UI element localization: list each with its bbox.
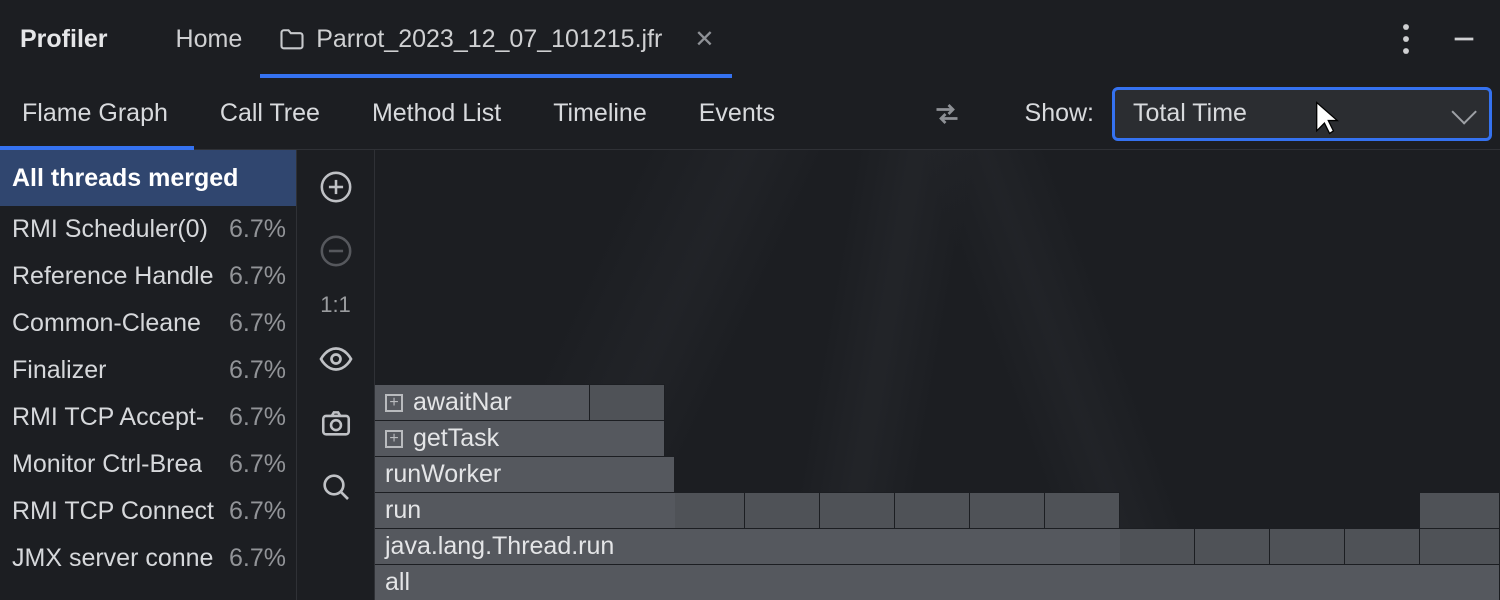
flame-frame[interactable] bbox=[820, 492, 895, 528]
zoom-ratio-label[interactable]: 1:1 bbox=[320, 292, 351, 318]
subtab-timeline[interactable]: Timeline bbox=[553, 78, 673, 149]
dropdown-value: Total Time bbox=[1133, 99, 1247, 128]
thread-list: All threads mergedRMI Scheduler(0)6.7%Re… bbox=[0, 150, 297, 600]
thread-row[interactable]: Finalizer 6.7% bbox=[0, 347, 296, 394]
flame-frame[interactable] bbox=[1195, 528, 1270, 564]
flame-frame[interactable]: + getTask bbox=[375, 420, 665, 456]
thread-percent: 6.7% bbox=[229, 262, 286, 291]
camera-icon[interactable] bbox=[313, 400, 359, 446]
frame-label: getTask bbox=[413, 424, 499, 453]
thread-name: Common-Cleane bbox=[12, 309, 201, 338]
flame-frame[interactable] bbox=[1420, 528, 1500, 564]
flame-frame[interactable] bbox=[970, 492, 1045, 528]
main-area: All threads mergedRMI Scheduler(0)6.7%Re… bbox=[0, 150, 1500, 600]
thread-percent: 6.7% bbox=[229, 356, 286, 385]
frame-label: awaitNar bbox=[413, 388, 512, 417]
view-tabs: Flame Graph Call Tree Method List Timeli… bbox=[22, 78, 827, 149]
frame-label: java.lang.Thread.run bbox=[385, 532, 614, 561]
thread-percent: 6.7% bbox=[229, 544, 286, 573]
thread-name: All threads merged bbox=[12, 164, 238, 193]
tab-label: Home bbox=[176, 25, 243, 54]
thread-row[interactable]: RMI TCP Accept- 6.7% bbox=[0, 394, 296, 441]
flame-frame[interactable] bbox=[1270, 528, 1345, 564]
chevron-down-icon bbox=[1451, 99, 1476, 124]
frame-label: run bbox=[385, 496, 421, 525]
flame-frame[interactable] bbox=[1120, 528, 1195, 564]
subtab-call-tree[interactable]: Call Tree bbox=[220, 78, 346, 149]
thread-row[interactable]: RMI TCP Connect 6.7% bbox=[0, 488, 296, 535]
thread-name: JMX server conne bbox=[12, 544, 213, 573]
expand-icon[interactable]: + bbox=[385, 394, 403, 412]
frame-label: all bbox=[385, 568, 410, 597]
flame-frame[interactable] bbox=[1045, 492, 1120, 528]
close-icon[interactable]: ✕ bbox=[694, 25, 714, 54]
subtab-events[interactable]: Events bbox=[699, 78, 801, 149]
expand-icon[interactable]: + bbox=[385, 430, 403, 448]
tab-home[interactable]: Home bbox=[158, 0, 261, 78]
flame-frame[interactable] bbox=[1345, 528, 1420, 564]
subtab-method-list[interactable]: Method List bbox=[372, 78, 527, 149]
show-label: Show: bbox=[1025, 99, 1094, 128]
thread-row[interactable]: All threads merged bbox=[0, 150, 296, 206]
tab-label: Parrot_2023_12_07_101215.jfr bbox=[316, 25, 662, 54]
cursor-icon bbox=[1313, 100, 1341, 136]
thread-name: Monitor Ctrl-Brea bbox=[12, 450, 202, 479]
thread-name: RMI Scheduler(0) bbox=[12, 215, 208, 244]
thread-name: Finalizer bbox=[12, 356, 106, 385]
thread-percent: 6.7% bbox=[229, 215, 286, 244]
thread-percent: 6.7% bbox=[229, 497, 286, 526]
thread-row[interactable]: JMX server conne 6.7% bbox=[0, 535, 296, 582]
thread-percent: 6.7% bbox=[229, 403, 286, 432]
thread-name: RMI TCP Accept- bbox=[12, 403, 204, 432]
flame-frame[interactable] bbox=[895, 492, 970, 528]
thread-row[interactable]: Common-Cleane 6.7% bbox=[0, 300, 296, 347]
flame-frame[interactable] bbox=[745, 492, 820, 528]
flame-frame[interactable]: runWorker bbox=[375, 456, 675, 492]
flame-frame[interactable]: all bbox=[375, 564, 1500, 600]
file-tabs: Home Parrot_2023_12_07_101215.jfr ✕ bbox=[158, 0, 733, 78]
eye-icon[interactable] bbox=[313, 336, 359, 382]
minimize-icon[interactable] bbox=[1450, 25, 1478, 53]
thread-name: RMI TCP Connect bbox=[12, 497, 214, 526]
more-icon[interactable] bbox=[1402, 23, 1410, 55]
flame-frame[interactable]: + awaitNar bbox=[375, 384, 590, 420]
thread-percent: 6.7% bbox=[229, 309, 286, 338]
thread-row[interactable]: Reference Handle 6.7% bbox=[0, 253, 296, 300]
show-dropdown[interactable]: Total Time bbox=[1112, 87, 1492, 141]
canvas-toolbar: 1:1 bbox=[297, 150, 375, 600]
flame-frame[interactable] bbox=[675, 492, 745, 528]
flame-frame[interactable] bbox=[1420, 492, 1500, 528]
thread-row[interactable]: RMI Scheduler(0) 6.7% bbox=[0, 206, 296, 253]
thread-row[interactable]: Monitor Ctrl-Brea 6.7% bbox=[0, 441, 296, 488]
frame-label: runWorker bbox=[385, 460, 501, 489]
search-icon[interactable] bbox=[313, 464, 359, 510]
view-toolbar: Flame Graph Call Tree Method List Timeli… bbox=[0, 78, 1500, 150]
flame-frame[interactable] bbox=[590, 384, 665, 420]
zoom-out-icon[interactable] bbox=[313, 228, 359, 274]
header-bar: Profiler Home Parrot_2023_12_07_101215.j… bbox=[0, 0, 1500, 78]
header-actions bbox=[1402, 23, 1482, 55]
swap-icon[interactable] bbox=[927, 94, 967, 134]
zoom-in-icon[interactable] bbox=[313, 164, 359, 210]
panel-title: Profiler bbox=[20, 25, 108, 54]
thread-percent: 6.7% bbox=[229, 450, 286, 479]
folder-icon bbox=[278, 25, 306, 53]
thread-name: Reference Handle bbox=[12, 262, 214, 291]
subtab-flame-graph[interactable]: Flame Graph bbox=[22, 78, 194, 149]
flame-graph-canvas[interactable]: + awaitNar + getTask runWorker run java.lang.T… bbox=[375, 150, 1500, 600]
tab-file[interactable]: Parrot_2023_12_07_101215.jfr ✕ bbox=[260, 0, 732, 78]
